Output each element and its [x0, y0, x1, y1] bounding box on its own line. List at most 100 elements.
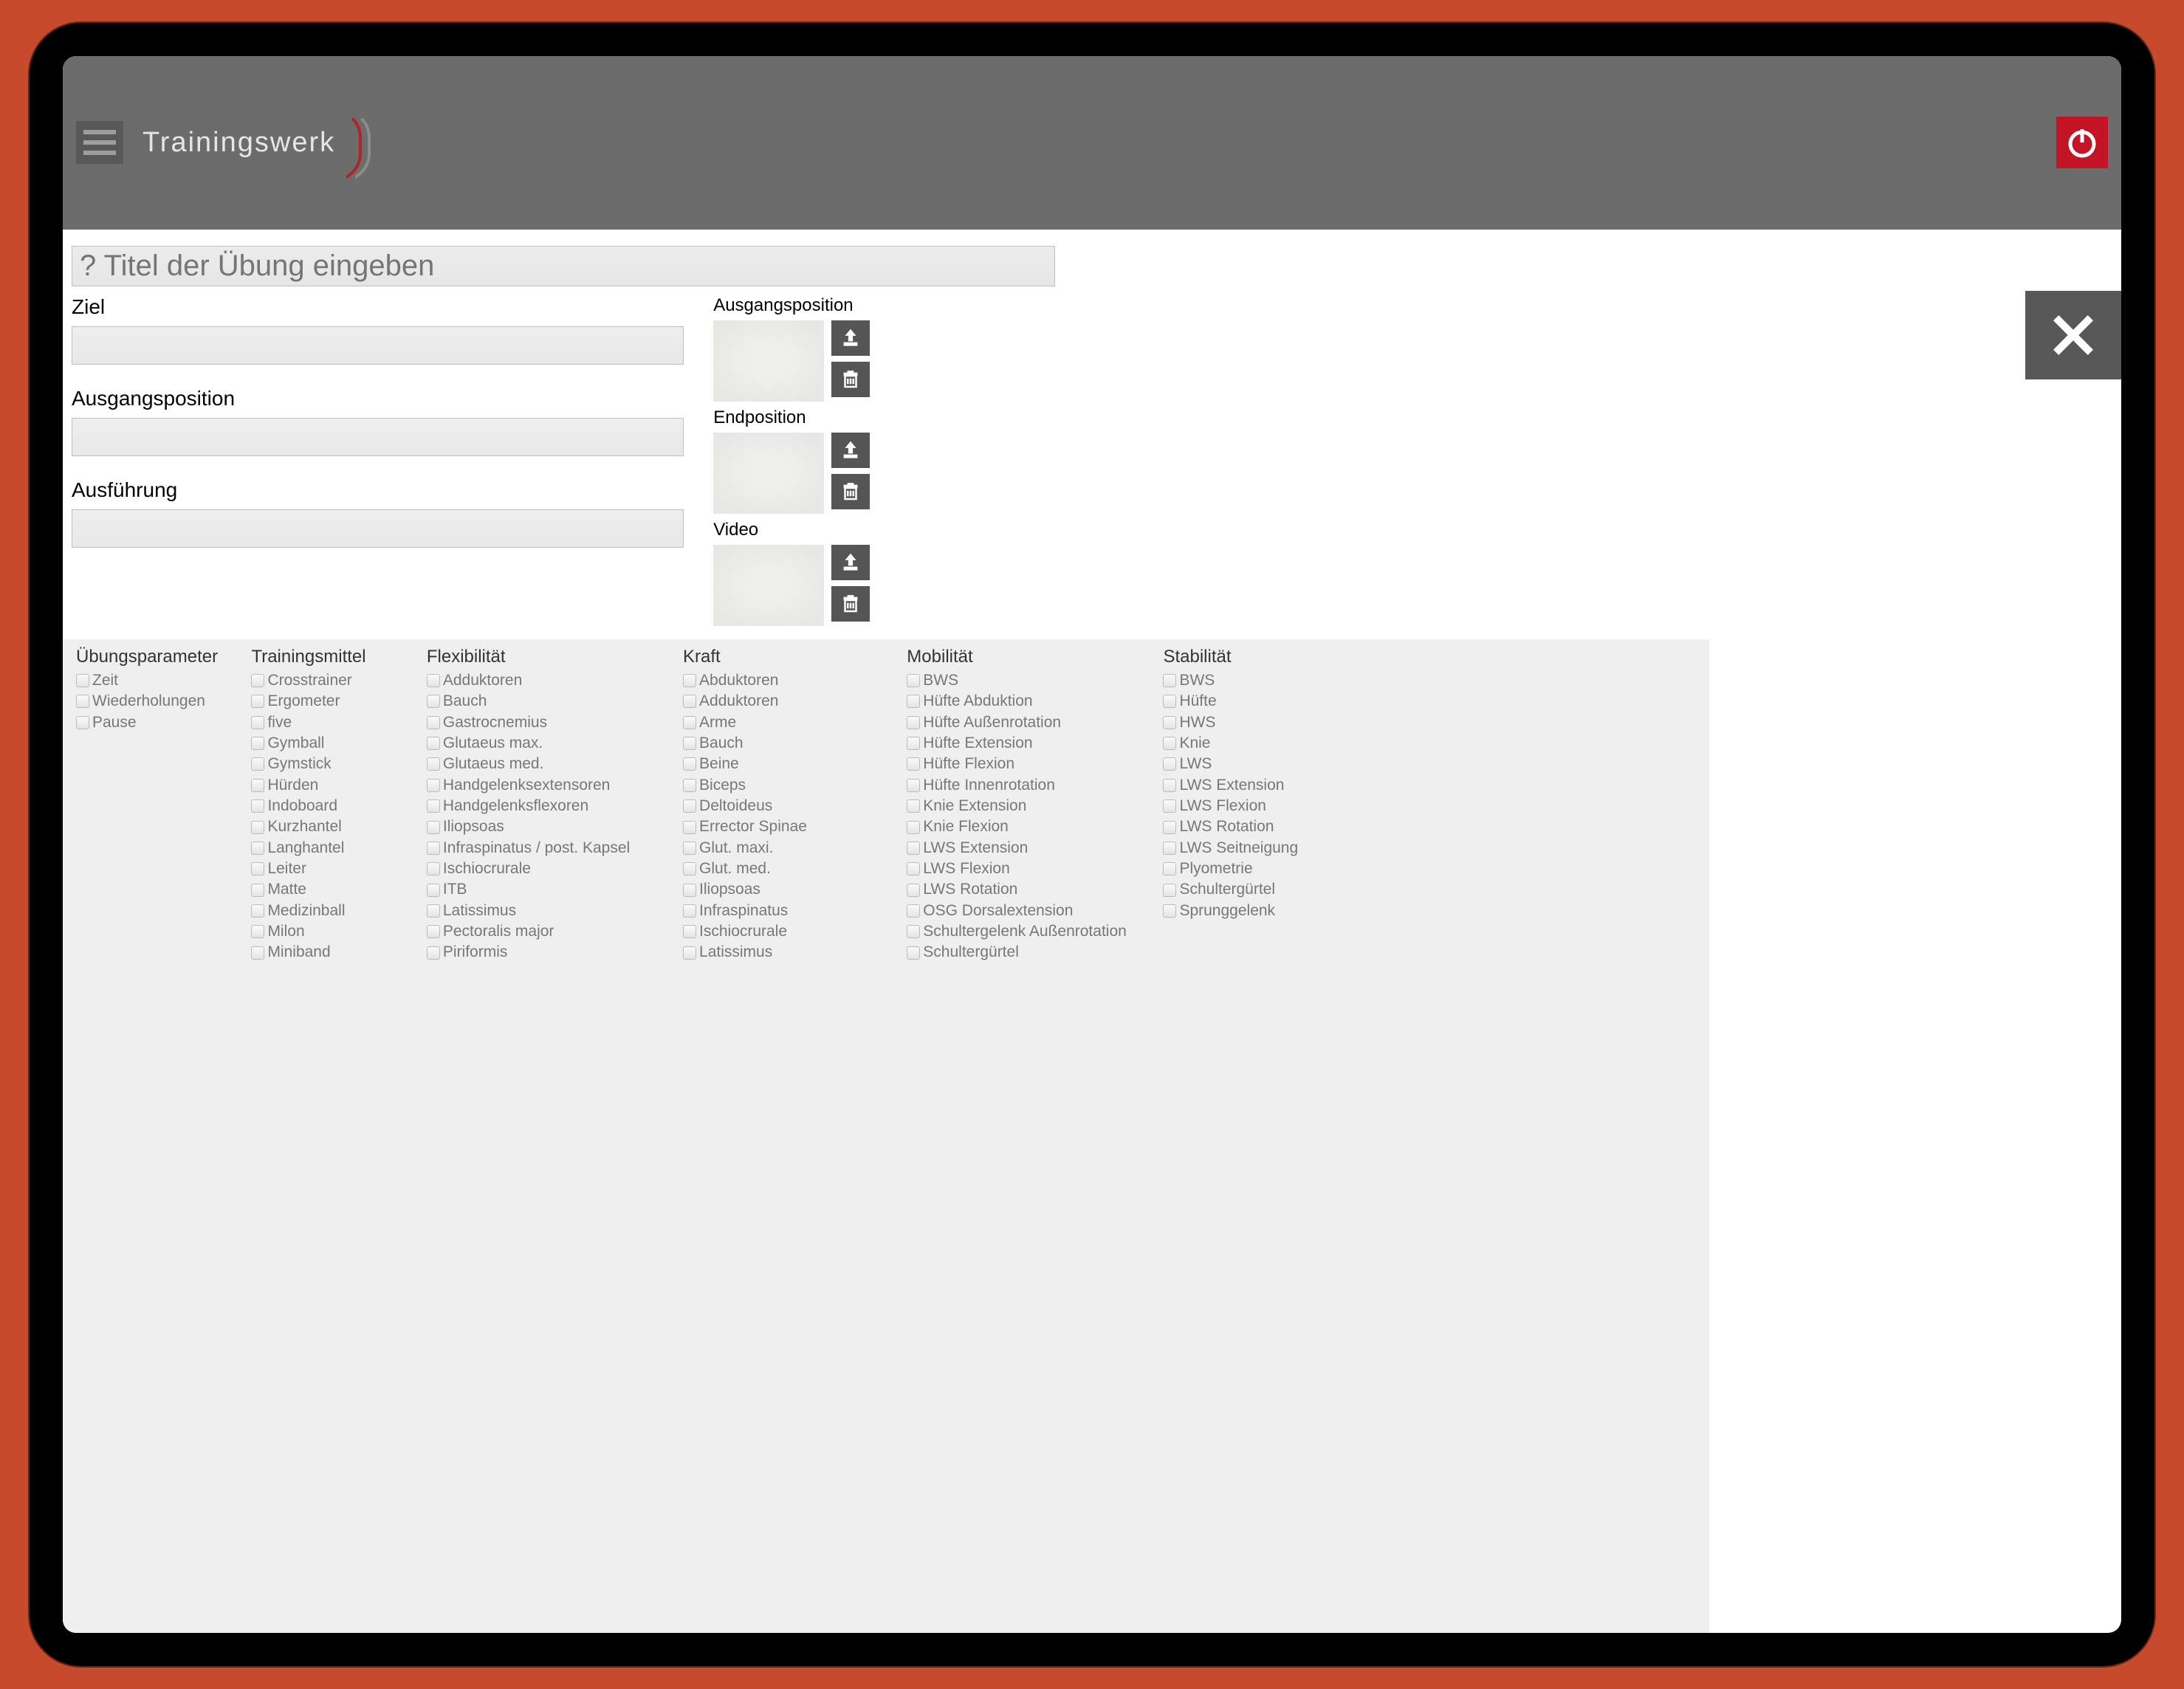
delete-endposition-button[interactable] [831, 474, 870, 509]
checkbox[interactable] [1163, 799, 1176, 813]
checkbox[interactable] [1163, 862, 1176, 876]
delete-ausgangsposition-button[interactable] [831, 362, 870, 397]
input-ausgangsposition[interactable] [72, 418, 684, 456]
checkbox[interactable] [427, 674, 440, 687]
checkbox[interactable] [1163, 779, 1176, 792]
checkbox[interactable] [427, 884, 440, 897]
upload-endposition-button[interactable] [831, 433, 870, 468]
checkbox[interactable] [1163, 716, 1176, 729]
checkbox[interactable] [683, 737, 696, 750]
checkbox[interactable] [251, 674, 264, 687]
check-item[interactable]: Hüfte Außenrotation [907, 712, 1150, 733]
checkbox[interactable] [683, 842, 696, 855]
check-item[interactable]: Arme [683, 712, 893, 733]
checkbox[interactable] [76, 674, 89, 687]
check-item[interactable]: Gymstick [251, 754, 413, 774]
check-item[interactable]: LWS Flexion [1163, 796, 1406, 816]
check-item[interactable]: Errector Spinae [683, 816, 893, 837]
check-item[interactable]: LWS Seitneigung [1163, 838, 1406, 859]
checkbox[interactable] [907, 842, 920, 855]
check-item[interactable]: Knie [1163, 733, 1406, 754]
checkbox[interactable] [683, 884, 696, 897]
check-item[interactable]: Pectoralis major [427, 921, 670, 942]
check-item[interactable]: Ischiocrurale [427, 859, 670, 879]
check-item[interactable]: Adduktoren [683, 691, 893, 712]
check-item[interactable]: LWS Extension [1163, 775, 1406, 796]
input-ziel[interactable] [72, 326, 684, 365]
checkbox[interactable] [251, 821, 264, 834]
checkbox[interactable] [683, 779, 696, 792]
checkbox[interactable] [251, 716, 264, 729]
power-button[interactable] [2056, 117, 2108, 168]
check-item[interactable]: Pause [76, 712, 238, 733]
check-item[interactable]: LWS [1163, 754, 1406, 774]
check-item[interactable]: LWS Rotation [907, 879, 1150, 900]
check-item[interactable]: Piriformis [427, 942, 670, 963]
check-item[interactable]: Beine [683, 754, 893, 774]
checkbox[interactable] [427, 799, 440, 813]
checkbox[interactable] [251, 904, 264, 918]
check-item[interactable]: Abduktoren [683, 670, 893, 691]
checkbox[interactable] [907, 737, 920, 750]
check-item[interactable]: LWS Flexion [907, 859, 1150, 879]
close-button[interactable] [2025, 291, 2121, 379]
checkbox[interactable] [427, 757, 440, 771]
checkbox[interactable] [251, 862, 264, 876]
checkbox[interactable] [907, 904, 920, 918]
checkbox[interactable] [427, 821, 440, 834]
check-item[interactable]: Knie Extension [907, 796, 1150, 816]
checkbox[interactable] [251, 737, 264, 750]
checkbox[interactable] [427, 737, 440, 750]
check-item[interactable]: Hüfte [1163, 691, 1406, 712]
checkbox[interactable] [1163, 674, 1176, 687]
checkbox[interactable] [251, 799, 264, 813]
check-item[interactable]: Zeit [76, 670, 238, 691]
check-item[interactable]: Iliopsoas [427, 816, 670, 837]
check-item[interactable]: Glut. maxi. [683, 838, 893, 859]
checkbox[interactable] [683, 799, 696, 813]
checkbox[interactable] [76, 716, 89, 729]
check-item[interactable]: LWS Rotation [1163, 816, 1406, 837]
check-item[interactable]: Schultergürtel [1163, 879, 1406, 900]
checkbox[interactable] [683, 821, 696, 834]
checkbox[interactable] [683, 946, 696, 960]
checkbox[interactable] [427, 716, 440, 729]
check-item[interactable]: Leiter [251, 859, 413, 879]
input-ausfuehrung[interactable] [72, 509, 684, 548]
checkbox[interactable] [251, 779, 264, 792]
checkbox[interactable] [251, 695, 264, 708]
title-input[interactable] [72, 246, 1055, 286]
check-item[interactable]: Adduktoren [427, 670, 670, 691]
check-item[interactable]: Crosstrainer [251, 670, 413, 691]
checkbox[interactable] [251, 925, 264, 938]
check-item[interactable]: Hüfte Flexion [907, 754, 1150, 774]
check-item[interactable]: Deltoideus [683, 796, 893, 816]
check-item[interactable]: Glutaeus max. [427, 733, 670, 754]
check-item[interactable]: Biceps [683, 775, 893, 796]
checkbox[interactable] [907, 779, 920, 792]
checkbox[interactable] [427, 862, 440, 876]
check-item[interactable]: Handgelenksflexoren [427, 796, 670, 816]
checkbox[interactable] [427, 946, 440, 960]
checkbox[interactable] [907, 757, 920, 771]
check-item[interactable]: Miniband [251, 942, 413, 963]
checkbox[interactable] [683, 674, 696, 687]
check-item[interactable]: Bauch [427, 691, 670, 712]
checkbox[interactable] [427, 779, 440, 792]
checkbox[interactable] [683, 757, 696, 771]
check-item[interactable]: Sprunggelenk [1163, 901, 1406, 921]
checkbox[interactable] [1163, 904, 1176, 918]
check-item[interactable]: Gymball [251, 733, 413, 754]
check-item[interactable]: Indoboard [251, 796, 413, 816]
checkbox[interactable] [683, 904, 696, 918]
checkbox[interactable] [251, 884, 264, 897]
check-item[interactable]: Schultergelenk Außenrotation [907, 921, 1150, 942]
checkbox[interactable] [427, 925, 440, 938]
checkbox[interactable] [683, 695, 696, 708]
check-item[interactable]: BWS [1163, 670, 1406, 691]
check-item[interactable]: Latissimus [683, 942, 893, 963]
check-item[interactable]: Gastrocnemius [427, 712, 670, 733]
checkbox[interactable] [1163, 757, 1176, 771]
check-item[interactable]: Medizinball [251, 901, 413, 921]
checkbox[interactable] [1163, 842, 1176, 855]
